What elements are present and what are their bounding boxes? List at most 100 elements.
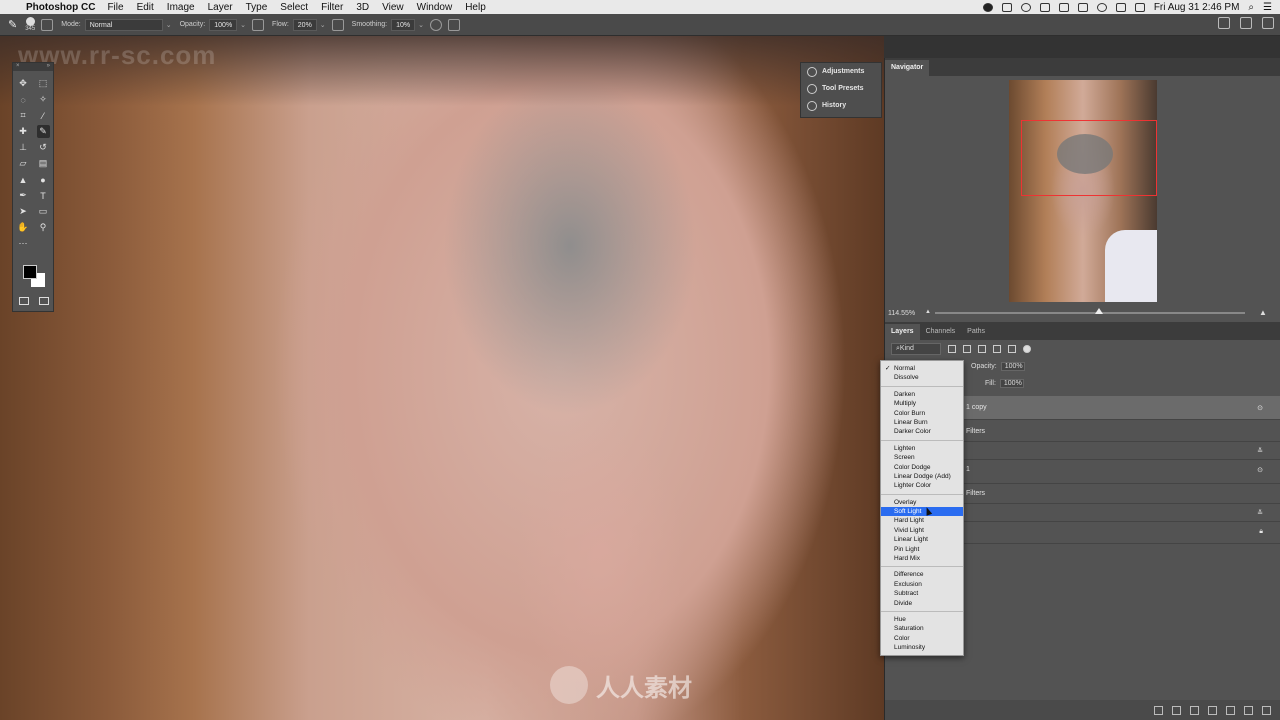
blend-mode-option[interactable]: Lighten bbox=[881, 444, 963, 453]
hand-tool-icon[interactable]: ✋ bbox=[17, 221, 30, 234]
zoom-in-icon[interactable]: ▲ bbox=[1259, 308, 1267, 317]
blend-mode-option[interactable]: Multiply bbox=[881, 399, 963, 408]
document-canvas[interactable]: www.rr-sc.com 人人素材 bbox=[0, 36, 884, 720]
smoothing-options-gear-icon[interactable] bbox=[429, 18, 442, 31]
rectangle-tool-icon[interactable]: ▭ bbox=[37, 205, 50, 218]
adjustment-layer-icon[interactable] bbox=[1208, 705, 1217, 715]
smart-object-filter-icon[interactable] bbox=[1008, 345, 1016, 353]
kind-filter-select[interactable]: ⌕Kind bbox=[891, 343, 941, 355]
spotlight-icon[interactable]: ⌕ bbox=[1248, 2, 1254, 13]
menu-file[interactable]: File bbox=[107, 2, 123, 13]
status-grid-icon[interactable] bbox=[1058, 2, 1069, 12]
history-panel-button[interactable]: History bbox=[801, 97, 881, 114]
quick-mask-icon[interactable] bbox=[19, 297, 29, 305]
status-app-icon[interactable] bbox=[982, 2, 993, 12]
blend-mode-option[interactable]: Screen bbox=[881, 453, 963, 462]
menu-3d[interactable]: 3D bbox=[356, 2, 369, 13]
notification-icon[interactable]: ☰ bbox=[1263, 2, 1272, 13]
smoothing-field[interactable]: 10% bbox=[391, 18, 416, 31]
blend-mode-option[interactable]: Hue bbox=[881, 615, 963, 624]
zoom-slider-knob[interactable] bbox=[1095, 308, 1103, 314]
menu-layer[interactable]: Layer bbox=[208, 2, 233, 13]
menu-select[interactable]: Select bbox=[280, 2, 308, 13]
tab-navigator[interactable]: Navigator bbox=[885, 60, 930, 76]
layer-fill-field[interactable]: 100% bbox=[999, 379, 1024, 388]
tab-layers[interactable]: Layers bbox=[885, 324, 920, 340]
menu-image[interactable]: Image bbox=[167, 2, 195, 13]
history-brush-tool-icon[interactable]: ↺ bbox=[37, 141, 50, 154]
add-mask-icon[interactable] bbox=[1190, 705, 1199, 715]
pen-tool-icon[interactable]: ✒ bbox=[17, 189, 30, 202]
menu-view[interactable]: View bbox=[382, 2, 404, 13]
lasso-tool-icon[interactable]: ◌ bbox=[17, 93, 30, 106]
blend-mode-option[interactable]: Luminosity bbox=[881, 643, 963, 652]
menu-window[interactable]: Window bbox=[417, 2, 453, 13]
marquee-tool-icon[interactable]: ⬚ bbox=[37, 77, 50, 90]
link-layers-icon[interactable] bbox=[1154, 705, 1163, 715]
blend-mode-option[interactable]: Linear Light bbox=[881, 535, 963, 544]
brush-tool-icon[interactable]: ✎ bbox=[36, 125, 50, 138]
filter-toggle-icon[interactable] bbox=[1023, 345, 1031, 353]
zoom-slider[interactable] bbox=[935, 312, 1245, 314]
blend-mode-option[interactable]: Pin Light bbox=[881, 545, 963, 554]
menu-filter[interactable]: Filter bbox=[321, 2, 343, 13]
blend-mode-option[interactable]: Saturation bbox=[881, 624, 963, 633]
zoom-level[interactable]: 114.55% bbox=[888, 310, 915, 317]
share-icon[interactable] bbox=[1262, 17, 1274, 29]
magic-wand-tool-icon[interactable]: ✧ bbox=[37, 93, 50, 106]
close-icon[interactable]: × bbox=[16, 63, 20, 71]
flow-field[interactable]: 20% bbox=[292, 18, 317, 31]
zoom-out-icon[interactable]: ▲ bbox=[925, 309, 931, 315]
menu-type[interactable]: Type bbox=[246, 2, 268, 13]
pressure-opacity-icon[interactable] bbox=[252, 18, 265, 31]
tool-presets-panel-button[interactable]: Tool Presets bbox=[801, 80, 881, 97]
blend-mode-option[interactable]: Lighter Color bbox=[881, 481, 963, 490]
blend-mode-option[interactable]: Normal bbox=[881, 364, 963, 374]
zoom-tool-icon[interactable]: ⚲ bbox=[37, 221, 50, 234]
status-cast-icon[interactable] bbox=[1001, 2, 1012, 12]
chevron-down-icon[interactable]: ⌄ bbox=[320, 21, 326, 29]
shape-filter-icon[interactable] bbox=[993, 345, 1001, 353]
smart-object-icon[interactable]: ⊙ bbox=[1257, 404, 1263, 412]
blend-mode-option[interactable]: Darker Color bbox=[881, 427, 963, 436]
eraser-tool-icon[interactable]: ▱ bbox=[17, 157, 30, 170]
more-tools-icon[interactable]: ⋯ bbox=[17, 237, 30, 250]
blend-mode-option[interactable]: Soft Light bbox=[881, 507, 963, 517]
filter-options-icon[interactable]: ≚ bbox=[1257, 509, 1263, 517]
screen-mode-icon[interactable] bbox=[39, 297, 49, 305]
mode-select[interactable]: Normal bbox=[84, 18, 163, 31]
adjustment-filter-icon[interactable] bbox=[963, 345, 971, 353]
blend-mode-option[interactable]: Color Burn bbox=[881, 409, 963, 418]
navigator-view-box[interactable] bbox=[1021, 120, 1157, 196]
blend-mode-option[interactable]: Exclusion bbox=[881, 580, 963, 589]
clone-stamp-tool-icon[interactable]: ⊥ bbox=[17, 141, 30, 154]
blend-mode-option[interactable]: Linear Burn bbox=[881, 418, 963, 427]
type-tool-icon[interactable]: T bbox=[37, 189, 50, 202]
airbrush-icon[interactable] bbox=[331, 18, 344, 31]
display-icon[interactable] bbox=[1115, 2, 1126, 12]
blend-mode-option[interactable]: Vivid Light bbox=[881, 526, 963, 535]
layer-opacity-field[interactable]: 100% bbox=[1000, 362, 1025, 371]
path-selection-tool-icon[interactable]: ➤ bbox=[17, 205, 30, 218]
battery-icon[interactable] bbox=[1134, 2, 1145, 12]
clock[interactable]: Fri Aug 31 2:46 PM bbox=[1154, 2, 1240, 13]
status-sync-icon[interactable] bbox=[1020, 2, 1031, 12]
type-filter-icon[interactable] bbox=[978, 345, 986, 353]
blend-mode-option[interactable]: Darken bbox=[881, 390, 963, 399]
status-camera-icon[interactable] bbox=[1039, 2, 1050, 12]
status-plus-icon[interactable] bbox=[1077, 2, 1088, 12]
pixel-filter-icon[interactable] bbox=[948, 345, 956, 353]
eyedropper-tool-icon[interactable]: ⁄ bbox=[37, 109, 50, 122]
filter-options-icon[interactable]: ≚ bbox=[1257, 447, 1263, 455]
blend-mode-option[interactable]: Hard Light bbox=[881, 516, 963, 525]
blend-mode-option[interactable]: Difference bbox=[881, 570, 963, 579]
blend-mode-option[interactable]: Subtract bbox=[881, 589, 963, 598]
app-menu[interactable]: Photoshop CC bbox=[26, 2, 95, 13]
tab-paths[interactable]: Paths bbox=[961, 324, 991, 340]
new-layer-icon[interactable] bbox=[1244, 705, 1253, 715]
menu-help[interactable]: Help bbox=[465, 2, 486, 13]
fx-icon[interactable] bbox=[1172, 705, 1181, 715]
opacity-field[interactable]: 100% bbox=[209, 18, 238, 31]
foreground-color-swatch[interactable] bbox=[23, 265, 37, 279]
workspace-icon[interactable] bbox=[1240, 17, 1252, 29]
